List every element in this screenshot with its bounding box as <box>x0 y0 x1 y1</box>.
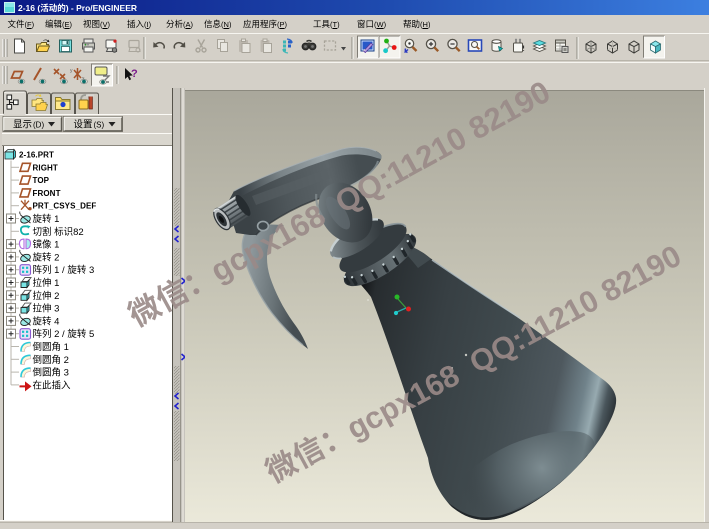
svg-text:设置: 设置 <box>74 117 93 131</box>
svg-text:(D): (D) <box>33 121 44 130</box>
svg-text:TOP: TOP <box>33 176 50 185</box>
svg-text:FRONT: FRONT <box>33 189 61 198</box>
svg-text:在此插入: 在此插入 <box>33 377 72 391</box>
svg-text:RIGHT: RIGHT <box>33 163 58 172</box>
svg-text:?: ? <box>131 68 138 80</box>
svg-text:PRT_CSYS_DEF: PRT_CSYS_DEF <box>33 202 97 211</box>
svg-text:(S): (S) <box>94 121 105 130</box>
svg-text:2-16.PRT: 2-16.PRT <box>19 151 54 160</box>
svg-text:显示: 显示 <box>13 117 32 131</box>
